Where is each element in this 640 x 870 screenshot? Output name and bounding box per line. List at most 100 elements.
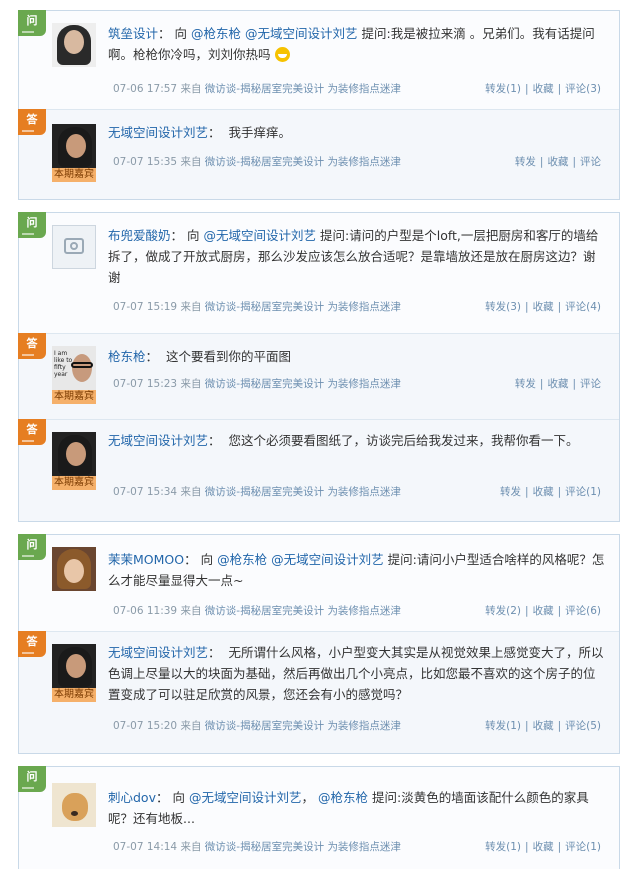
guest-badge: 本期嘉宾 bbox=[52, 168, 96, 182]
answer-post: 答 I am like to fifty year 本期嘉宾 枪东枪： 这个要看到你的… bbox=[18, 333, 619, 419]
comment-link[interactable]: 评论 bbox=[580, 156, 601, 168]
post-time[interactable]: 07-07 14:14 bbox=[113, 841, 177, 853]
source-link[interactable]: 微访谈-揭秘居室完美设计 bbox=[205, 83, 324, 95]
source-link[interactable]: 微访谈-揭秘居室完美设计 bbox=[205, 156, 324, 168]
user-name-link[interactable]: 筑垒设计 bbox=[108, 26, 158, 41]
guest-badge: 本期嘉宾 bbox=[52, 390, 96, 404]
comment-link[interactable]: 评论(1) bbox=[565, 841, 601, 853]
question-post: 问 布兜爱酸奶： 向 @无域空间设计刘艺 提问:请问的户型是个loft,一层把厨… bbox=[18, 212, 619, 333]
source-link[interactable]: 微访谈-揭秘居室完美设计 bbox=[205, 301, 324, 313]
source-link[interactable]: 为装修指点迷津 bbox=[327, 605, 401, 617]
source-link[interactable]: 为装修指点迷津 bbox=[327, 841, 401, 853]
question-post: 问 茉茉MOMOO： 向 @枪东枪 @无域空间设计刘艺 提问:请问小户型适合啥样… bbox=[18, 534, 619, 631]
avatar[interactable]: I am like to fifty year bbox=[52, 346, 96, 390]
post-time[interactable]: 07-07 15:20 bbox=[113, 720, 177, 732]
question-tag: 问 bbox=[18, 534, 46, 560]
repost-link[interactable]: 转发(3) bbox=[485, 301, 521, 313]
comment-link[interactable]: 评论(3) bbox=[565, 83, 601, 95]
post-text: 您这个必须要看图纸了，访谈完后给我发过来，我帮你看一下。 bbox=[228, 433, 579, 448]
post-body: 无域空间设计刘艺： 您这个必须要看图纸了，访谈完后给我发过来，我帮你看一下。 bbox=[108, 433, 579, 448]
user-name-link[interactable]: 刺心dov bbox=[108, 790, 156, 805]
answer-post: 答 本期嘉宾 无域空间设计刘艺： 无所谓什么风格，小户型变大其实是从视觉效果上感… bbox=[18, 631, 619, 753]
mention-link[interactable]: @无域空间设计刘艺 bbox=[271, 552, 384, 567]
question-post: 问 筑垒设计： 向 @枪东枪 @无域空间设计刘艺 提问:我是被拉来滴 。兄弟们。… bbox=[18, 10, 619, 109]
user-name-link[interactable]: 无域空间设计刘艺 bbox=[108, 125, 208, 140]
post-text: 我手痒痒。 bbox=[228, 125, 291, 140]
mention-link[interactable]: @枪东枪 bbox=[318, 790, 368, 805]
source-link[interactable]: 微访谈-揭秘居室完美设计 bbox=[205, 378, 324, 390]
favorite-link[interactable]: 收藏 bbox=[547, 156, 568, 168]
avatar[interactable] bbox=[52, 124, 96, 168]
post-time[interactable]: 07-07 15:19 bbox=[113, 301, 177, 313]
repost-link[interactable]: 转发 bbox=[515, 378, 536, 390]
avatar[interactable] bbox=[52, 23, 96, 67]
comment-link[interactable]: 评论(1) bbox=[565, 486, 601, 498]
comment-link[interactable]: 评论(6) bbox=[565, 605, 601, 617]
favorite-link[interactable]: 收藏 bbox=[533, 720, 554, 732]
repost-link[interactable]: 转发(1) bbox=[485, 720, 521, 732]
post-time[interactable]: 07-07 15:23 bbox=[113, 378, 177, 390]
source-link[interactable]: 为装修指点迷津 bbox=[327, 486, 401, 498]
favorite-link[interactable]: 收藏 bbox=[533, 301, 554, 313]
answer-tag: 答 bbox=[18, 333, 46, 359]
post-time[interactable]: 07-07 15:34 bbox=[113, 486, 177, 498]
avatar[interactable] bbox=[52, 644, 96, 688]
favorite-link[interactable]: 收藏 bbox=[533, 605, 554, 617]
post-meta: 07-07 15:34 来自 微访谈-揭秘居室完美设计 为装修指点迷津 转发 | 收… bbox=[113, 486, 601, 498]
source-link[interactable]: 为装修指点迷津 bbox=[327, 720, 401, 732]
post-body: 刺心dov： 向 @无域空间设计刘艺， @枪东枪 提问:淡黄色的墙面该配什么颜色… bbox=[108, 790, 589, 826]
post-meta: 07-07 14:14 来自 微访谈-揭秘居室完美设计 为装修指点迷津 转发(1… bbox=[113, 841, 601, 853]
default-avatar-icon[interactable] bbox=[52, 225, 96, 269]
source-link[interactable]: 微访谈-揭秘居室完美设计 bbox=[205, 720, 324, 732]
qa-thread: 问 刺心dov： 向 @无域空间设计刘艺， @枪东枪 提问:淡黄色的墙面该配什么… bbox=[18, 766, 620, 869]
avatar[interactable] bbox=[52, 547, 96, 591]
user-name-link[interactable]: 无域空间设计刘艺 bbox=[108, 645, 208, 660]
avatar[interactable] bbox=[52, 432, 96, 476]
user-name-link[interactable]: 无域空间设计刘艺 bbox=[108, 433, 208, 448]
post-time[interactable]: 07-06 11:39 bbox=[113, 605, 177, 617]
repost-link[interactable]: 转发(2) bbox=[485, 605, 521, 617]
post-body: 布兜爱酸奶： 向 @无域空间设计刘艺 提问:请问的户型是个loft,一层把厨房和… bbox=[108, 228, 599, 285]
post-time[interactable]: 07-06 17:57 bbox=[113, 83, 177, 95]
user-name-link[interactable]: 布兜爱酸奶 bbox=[108, 228, 171, 243]
source-link[interactable]: 为装修指点迷津 bbox=[327, 83, 401, 95]
question-tag: 问 bbox=[18, 10, 46, 36]
repost-link[interactable]: 转发 bbox=[500, 486, 521, 498]
repost-link[interactable]: 转发(1) bbox=[485, 83, 521, 95]
repost-link[interactable]: 转发(1) bbox=[485, 841, 521, 853]
guest-badge: 本期嘉宾 bbox=[52, 476, 96, 490]
mention-link[interactable]: @无域空间设计刘艺 bbox=[204, 228, 317, 243]
favorite-link[interactable]: 收藏 bbox=[533, 486, 554, 498]
mention-link[interactable]: @枪东枪 bbox=[191, 26, 241, 41]
favorite-link[interactable]: 收藏 bbox=[547, 378, 568, 390]
to-label: 向 bbox=[174, 26, 188, 41]
comment-link[interactable]: 评论 bbox=[580, 378, 601, 390]
favorite-link[interactable]: 收藏 bbox=[533, 841, 554, 853]
source-link[interactable]: 为装修指点迷津 bbox=[327, 301, 401, 313]
question-post: 问 刺心dov： 向 @无域空间设计刘艺， @枪东枪 提问:淡黄色的墙面该配什么… bbox=[18, 766, 619, 870]
source-link[interactable]: 微访谈-揭秘居室完美设计 bbox=[205, 486, 324, 498]
source-link[interactable]: 为装修指点迷津 bbox=[327, 378, 401, 390]
user-name-link[interactable]: 枪东枪 bbox=[108, 349, 146, 364]
ask-label: 提问: bbox=[361, 26, 391, 41]
question-tag: 问 bbox=[18, 766, 46, 792]
favorite-link[interactable]: 收藏 bbox=[533, 83, 554, 95]
post-time[interactable]: 07-07 15:35 bbox=[113, 156, 177, 168]
comment-link[interactable]: 评论(5) bbox=[565, 720, 601, 732]
avatar[interactable] bbox=[52, 783, 96, 827]
post-meta: 07-07 15:23 来自 微访谈-揭秘居室完美设计 为装修指点迷津 转发 | 收… bbox=[113, 378, 601, 390]
source-link[interactable]: 微访谈-揭秘居室完美设计 bbox=[205, 841, 324, 853]
mention-link[interactable]: @无域空间设计刘艺 bbox=[245, 26, 358, 41]
mention-link[interactable]: @无域空间设计刘艺 bbox=[189, 790, 302, 805]
question-tag: 问 bbox=[18, 212, 46, 238]
comment-link[interactable]: 评论(4) bbox=[565, 301, 601, 313]
answer-tag: 答 bbox=[18, 631, 46, 657]
guest-badge: 本期嘉宾 bbox=[52, 688, 96, 702]
source-link[interactable]: 微访谈-揭秘居室完美设计 bbox=[205, 605, 324, 617]
post-meta: 07-07 15:19 来自 微访谈-揭秘居室完美设计 为装修指点迷津 转发(3… bbox=[113, 301, 601, 313]
user-name-link[interactable]: 茉茉MOMOO bbox=[108, 552, 184, 567]
post-body: 茉茉MOMOO： 向 @枪东枪 @无域空间设计刘艺 提问:请问小户型适合啥样的风… bbox=[108, 552, 605, 588]
repost-link[interactable]: 转发 bbox=[515, 156, 536, 168]
source-link[interactable]: 为装修指点迷津 bbox=[327, 156, 401, 168]
mention-link[interactable]: @枪东枪 bbox=[217, 552, 267, 567]
